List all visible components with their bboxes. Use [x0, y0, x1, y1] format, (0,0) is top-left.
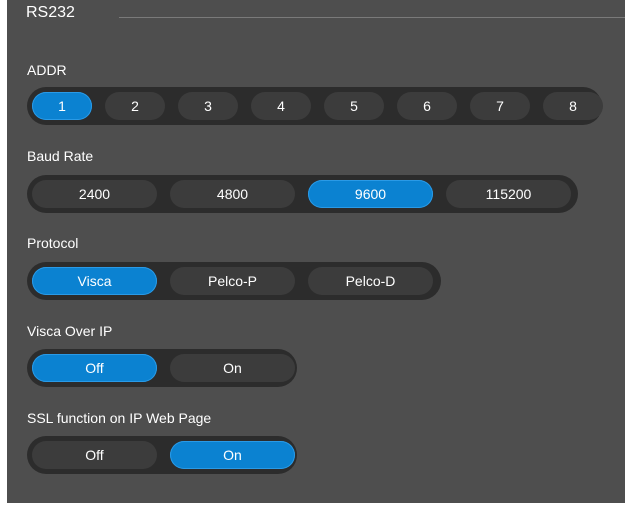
section-divider — [119, 17, 625, 18]
baud-rate-option-4800[interactable]: 4800 — [170, 180, 295, 208]
baud-rate-option-115200[interactable]: 115200 — [446, 180, 571, 208]
section-title: RS232 — [26, 4, 75, 21]
visca-over-ip-option-on[interactable]: On — [170, 354, 295, 382]
ssl-function-toggle: Off On — [27, 436, 297, 474]
addr-label: ADDR — [27, 62, 67, 78]
protocol-label: Protocol — [27, 235, 79, 251]
addr-option-6[interactable]: 6 — [397, 92, 457, 120]
baud-rate-option-9600[interactable]: 9600 — [308, 180, 433, 208]
visca-over-ip-label: Visca Over IP — [27, 323, 113, 339]
addr-option-3[interactable]: 3 — [178, 92, 238, 120]
addr-option-7[interactable]: 7 — [470, 92, 530, 120]
baud-rate-label: Baud Rate — [27, 148, 94, 164]
addr-option-1[interactable]: 1 — [32, 92, 92, 120]
addr-selector: 12345678 — [27, 87, 603, 125]
protocol-option-pelco-d[interactable]: Pelco-D — [308, 267, 433, 295]
baud-rate-option-2400[interactable]: 2400 — [32, 180, 157, 208]
ssl-function-label: SSL function on IP Web Page — [27, 410, 212, 426]
addr-option-4[interactable]: 4 — [251, 92, 311, 120]
baud-rate-selector: 2400 4800 9600 115200 — [27, 175, 578, 213]
addr-option-2[interactable]: 2 — [105, 92, 165, 120]
ssl-function-option-off[interactable]: Off — [32, 441, 157, 469]
rs232-settings-panel: RS232 ADDR 12345678 Baud Rate 2400 4800 96… — [7, 0, 625, 503]
protocol-option-visca[interactable]: Visca — [32, 267, 157, 295]
addr-option-5[interactable]: 5 — [324, 92, 384, 120]
addr-option-8[interactable]: 8 — [543, 92, 603, 120]
visca-over-ip-toggle: Off On — [27, 349, 297, 387]
protocol-option-pelco-p[interactable]: Pelco-P — [170, 267, 295, 295]
visca-over-ip-option-off[interactable]: Off — [32, 354, 157, 382]
protocol-selector: Visca Pelco-P Pelco-D — [27, 262, 441, 300]
ssl-function-option-on[interactable]: On — [170, 441, 295, 469]
